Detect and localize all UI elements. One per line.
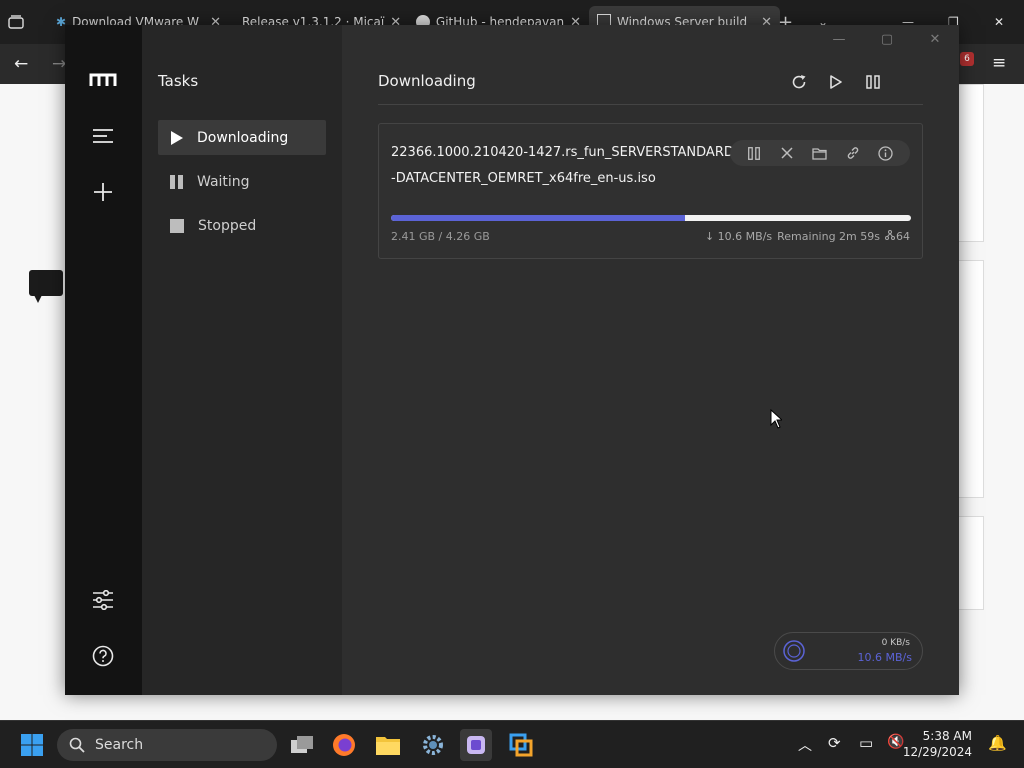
pause-all-icon[interactable]	[861, 70, 885, 94]
search-label: Search	[95, 737, 144, 753]
download-speed: ↓ 10.6 MB/s	[704, 230, 773, 243]
stop-icon	[170, 218, 184, 233]
add-task-icon[interactable]	[89, 178, 117, 206]
page-card	[958, 516, 984, 610]
download-manager-window: Tasks Downloading Waiting Stopped — ▢ ✕ …	[65, 25, 959, 695]
speedometer-icon	[783, 640, 805, 662]
sync-icon[interactable]: ⟳	[828, 734, 841, 752]
page-card	[958, 84, 984, 242]
close-window-icon[interactable]: ✕	[994, 6, 1010, 38]
notification-bell-icon[interactable]: 🔔	[988, 734, 1007, 752]
task-sidebar: Tasks Downloading Waiting Stopped	[142, 25, 342, 695]
chat-icon[interactable]	[29, 270, 63, 303]
preferences-icon[interactable]	[89, 586, 117, 614]
notification-badge[interactable]: 6	[960, 52, 974, 66]
time-remaining: Remaining 2m 59s	[777, 230, 880, 243]
app-logo-icon	[89, 66, 117, 94]
volume-muted-icon[interactable]: 🔇	[887, 734, 904, 750]
nav-label: Downloading	[197, 129, 289, 146]
page-card	[958, 260, 984, 498]
page-title: Downloading	[378, 72, 476, 90]
clock-date: 12/29/2024	[902, 745, 972, 759]
task-filename-continued: -DATACENTER_OEMRET_x64fre_en-us.iso	[391, 171, 656, 186]
tab-overview-icon[interactable]	[8, 6, 34, 38]
download-progress-bar	[391, 215, 911, 221]
task-list-panel: — ▢ ✕ Downloading 22366.1000.210420-1427…	[342, 25, 959, 695]
task-actions	[730, 140, 910, 166]
play-icon	[171, 130, 183, 145]
search-icon	[69, 737, 85, 753]
menu-icon[interactable]: ≡	[992, 53, 1006, 73]
delete-icon[interactable]	[777, 143, 797, 163]
task-sizes: 2.41 GB / 4.26 GB	[391, 230, 490, 243]
upload-speed: 0 KB/s	[881, 638, 910, 648]
sidebar-title: Tasks	[158, 72, 199, 90]
connection-count: 64	[896, 230, 910, 243]
pause-icon	[170, 174, 183, 189]
system-clock[interactable]: 5:38 AM 12/29/2024	[903, 728, 972, 760]
divider	[378, 104, 923, 105]
vmware-taskbar-icon[interactable]	[505, 729, 537, 761]
windows-start-icon[interactable]	[16, 729, 48, 761]
nav-label: Stopped	[198, 217, 257, 234]
icon-rail	[65, 25, 142, 695]
monitor-icon[interactable]: ▭	[859, 734, 873, 752]
speedometer[interactable]: 0 KB/s 10.6 MB/s	[774, 632, 923, 670]
folder-icon[interactable]	[810, 143, 830, 163]
mouse-cursor-icon	[770, 409, 782, 429]
minimize-icon[interactable]: —	[828, 30, 850, 48]
nav-item-stopped[interactable]: Stopped	[158, 208, 326, 243]
nav-item-waiting[interactable]: Waiting	[158, 164, 326, 199]
close-window-icon[interactable]: ✕	[924, 30, 946, 48]
maximize-icon[interactable]: ▢	[876, 30, 898, 48]
chevron-up-icon[interactable]: ︿	[798, 735, 812, 755]
taskbar-search[interactable]: Search	[57, 729, 277, 761]
info-icon[interactable]	[876, 143, 896, 163]
firefox-icon[interactable]	[328, 729, 360, 761]
refresh-icon[interactable]	[787, 70, 811, 94]
connections-icon	[885, 230, 895, 243]
clock-time: 5:38 AM	[922, 729, 972, 743]
resume-all-icon[interactable]	[824, 70, 848, 94]
motrix-taskbar-icon[interactable]	[460, 729, 492, 761]
back-arrow-icon[interactable]: ←	[14, 54, 28, 74]
progress-fill	[391, 215, 686, 221]
link-icon[interactable]	[843, 143, 863, 163]
nav-item-downloading[interactable]: Downloading	[158, 120, 326, 155]
task-filename: 22366.1000.210420-1427.rs_fun_SERVERSTAN…	[391, 145, 734, 160]
task-item[interactable]: 22366.1000.210420-1427.rs_fun_SERVERSTAN…	[378, 123, 923, 259]
help-icon[interactable]	[89, 642, 117, 670]
taskbar: Search ︿ ⟳ ▭ 🔇 5:38 AM 12/29/2024 🔔	[0, 720, 1024, 768]
nav-label: Waiting	[197, 173, 250, 190]
task-list-icon[interactable]	[89, 122, 117, 150]
settings-gear-icon[interactable]	[417, 729, 449, 761]
task-stats: ↓ 10.6 MB/s Remaining 2m 59s 64	[705, 230, 910, 243]
file-explorer-icon[interactable]	[372, 729, 404, 761]
task-view-icon[interactable]	[286, 729, 318, 761]
download-speed-total: 10.6 MB/s	[857, 651, 912, 664]
pause-icon[interactable]	[744, 143, 764, 163]
